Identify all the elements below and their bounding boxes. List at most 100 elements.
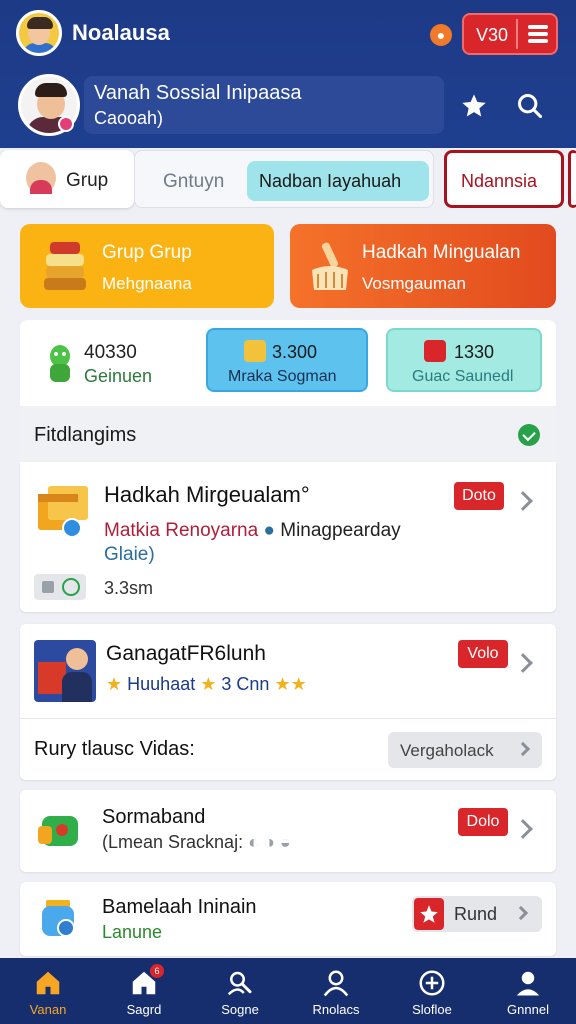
jar-icon [42,900,75,937]
star-icon[interactable] [460,92,488,120]
list-item[interactable]: Hadkah Mirgeualam° Doto Matkia Renoyarna… [20,462,556,612]
stat-number: 1330 [454,342,495,362]
category-subtitle: Vosmgauman [362,274,466,293]
plus-circle-icon [419,970,445,996]
stat-label: Mraka Sogman [228,368,337,385]
nav-label: Sagrd [126,1002,162,1017]
nav-sagrd[interactable]: 6 Sagrd [96,958,192,1024]
section-header: Fitdlangims [20,406,556,462]
broom-icon [312,242,348,290]
category-hadkah-card[interactable]: Hadkah Mingualan Vosmgauman [290,224,556,308]
item-thumbnail [34,640,96,702]
item-size: 3.3sm [104,578,154,598]
nav-home[interactable]: Vanan [0,958,96,1024]
run-button[interactable]: Rund [412,896,542,932]
book-icon [424,340,446,362]
tab-ndannsia[interactable]: Ndannsia [444,150,564,208]
star-icon: ★ [200,674,217,694]
tab-label: Ndannsia [461,171,538,191]
chevron-right-icon[interactable] [513,819,533,839]
item-subtitle: (Lmean Sracknaj: ◐ ◑ ◒ [102,832,291,853]
tab-gntuyn[interactable]: Gntuyn [163,171,224,193]
check-icon[interactable] [518,424,540,446]
item-badge: Volo [458,640,508,668]
star-icon: ★ [106,674,123,694]
star-icon: ★★ [274,674,307,694]
reaction-icons: ◐ ◑ ◒ [248,832,291,852]
button-label: Rund [454,904,498,924]
avatar-status-badge [58,116,74,132]
chevron-right-icon [515,741,531,757]
tab-overflow[interactable] [568,150,576,208]
item-meta-c: Glaie) [104,544,155,565]
profile-subtitle: Caooah) [94,108,164,128]
item-title: Sormaband [102,806,206,828]
list-item[interactable]: Sormaband (Lmean Sracknaj: ◐ ◑ ◒ Dolo [20,790,556,872]
stats-panel: 40330 Geinuen 3.300 Mraka Sogman 1330 Gu… [20,320,556,406]
app-header: Noalausa ● V30 Vanah Sossial Inipaasa Ca… [0,0,576,148]
item-subtitle: Lanune [102,922,163,942]
person-icon [323,970,349,997]
bottom-nav: Vanan 6 Sagrd Sogne Rnolacs Slofloe Gnnn… [0,958,576,1024]
search-people-icon [227,971,252,996]
rating-a: Huuhaat [127,674,196,694]
nav-rnolacs[interactable]: Rnolacs [288,958,384,1024]
item-rating: ★ Huuhaat ★ 3 Cnn ★★ [106,674,307,695]
chevron-right-icon [513,905,529,921]
stat-box-guac[interactable]: 1330 Guac Saunedl [386,328,542,392]
tab-label: Nadban Iayahuah [259,171,402,191]
box-icon [38,486,88,538]
coin-balance-button[interactable]: V30 [462,13,558,55]
stat-label: Guac Saunedl [412,368,514,385]
chevron-right-icon[interactable] [513,491,533,511]
stat-number: 40330 [84,342,137,363]
stack-icon [42,238,90,294]
item-title: GanagatFR6lunh [106,642,266,665]
app-title: Noalausa [72,20,170,45]
item-title: Bamelaah Ininain [102,896,257,918]
item-badge: Dolo [458,808,508,836]
nav-slofloe[interactable]: Slofloe [384,958,480,1024]
nav-label: Vanan [29,1002,67,1017]
list-item[interactable]: Bamelaah Ininain Lanune Rund [20,882,556,956]
nav-label: Gnnnel [507,1002,549,1017]
item-badge: Doto [454,482,504,510]
star-icon [414,898,444,930]
category-title: Grup Grup [102,242,192,263]
profile-name: Vanah Sossial Inipaasa [94,82,302,104]
search-icon[interactable] [516,92,544,120]
nav-sogne[interactable]: Sogne [192,958,288,1024]
app-logo[interactable] [16,10,62,56]
rating-b: 3 Cnn [221,674,270,694]
chevron-right-icon[interactable] [513,653,533,673]
stat-label: Geinuen [84,366,153,386]
view-more-button[interactable]: Vergaholack [388,732,542,768]
stat-box-mraka[interactable]: 3.300 Mraka Sogman [206,328,368,392]
tab-grup[interactable]: Grup [0,150,134,208]
tab-group-segment: Gntuyn Nadban Iayahuah [134,150,434,208]
tab-label: Grup [66,170,109,191]
category-grup-card[interactable]: Grup Grup Mehgnaana [20,224,274,308]
item-subtitle-text: (Lmean Sracknaj: [102,832,244,852]
globe-icon: ● [263,520,281,541]
category-title: Hadkah Mingualan [362,242,521,263]
list-item[interactable]: GanagatFR6lunh Volo ★ Huuhaat ★ 3 Cnn ★★… [20,624,556,780]
menu-icon[interactable] [528,25,548,43]
media-controls[interactable] [34,574,86,600]
item-meta-a: Matkia Renoyarna [104,520,259,541]
notification-icon[interactable]: ● [430,24,452,46]
nav-gnnnel[interactable]: Gnnnel [480,958,576,1024]
button-label: Vergaholack [400,741,494,760]
nav-label: Rnolacs [312,1002,360,1017]
home-icon [36,971,60,995]
divider [516,19,518,49]
coin-value: V30 [476,25,509,45]
item-meta: Matkia Renoyarna ● Minagpearday [104,520,401,542]
gift-icon [38,816,78,846]
profile-card[interactable]: Vanah Sossial Inipaasa Caooah) [84,76,444,134]
mascot-icon [50,345,70,382]
item-question: Rury tlausc Vidas: [34,738,195,760]
tab-nadban-active[interactable]: Nadban Iayahuah [247,161,429,201]
lock-icon [244,340,266,362]
category-subtitle: Mehgnaana [102,274,192,293]
